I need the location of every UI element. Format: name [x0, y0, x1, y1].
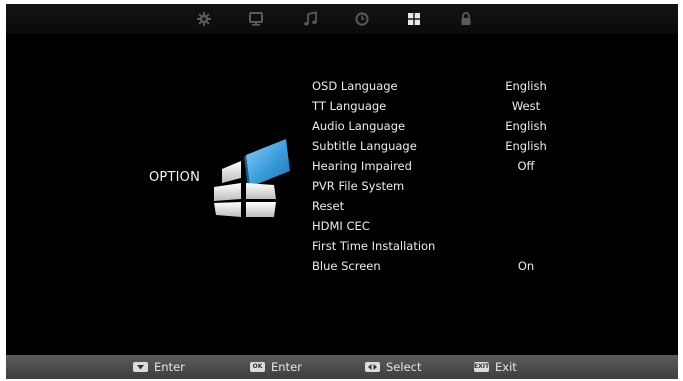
hint-label: Select: [386, 360, 422, 374]
menu-row-audio-language[interactable]: Audio Language English: [312, 116, 572, 136]
clock-icon: [355, 12, 369, 26]
tab-option[interactable]: [406, 11, 422, 27]
menu-item-value: English: [505, 119, 547, 133]
menu-item-label: TT Language: [312, 99, 387, 113]
tab-picture[interactable]: [248, 11, 264, 27]
tab-lock[interactable]: [458, 11, 474, 27]
hint-down-enter: Enter: [133, 359, 185, 375]
hint-exit: EXIT Exit: [474, 359, 517, 375]
menu-item-value: Off: [517, 159, 535, 173]
hint-label: Exit: [495, 360, 517, 374]
option-blocks-icon: [206, 131, 290, 221]
tab-time[interactable]: [354, 11, 370, 27]
menu-item-label: Subtitle Language: [312, 139, 417, 153]
tab-picture-settings[interactable]: [196, 11, 212, 27]
menu-row-first-time-installation[interactable]: First Time Installation: [312, 236, 572, 256]
menu-item-value: English: [505, 79, 547, 93]
menu-item-value: West: [511, 99, 541, 113]
menu-row-reset[interactable]: Reset: [312, 196, 572, 216]
menu-item-value: English: [505, 139, 547, 153]
menu-item-label: First Time Installation: [312, 239, 436, 253]
music-note-icon: [304, 11, 317, 26]
tv-menu-screen: OPTION OSD Language English TT Language …: [6, 4, 678, 355]
left-right-key-icon: [365, 361, 380, 372]
menu-row-blue-screen[interactable]: Blue Screen On: [312, 256, 572, 276]
help-bar: Enter OK Enter Select EXIT Exit: [6, 355, 678, 379]
menu-item-label: Audio Language: [312, 119, 406, 133]
menu-row-hearing-impaired[interactable]: Hearing Impaired Off: [312, 156, 572, 176]
grid-option-icon: [408, 13, 420, 25]
lock-icon: [461, 12, 471, 25]
menu-item-label: Hearing Impaired: [312, 159, 412, 173]
menu-item-label: Reset: [312, 199, 345, 213]
exit-key-icon: EXIT: [474, 361, 490, 372]
menu-item-label: PVR File System: [312, 179, 405, 193]
menu-tab-bar: [6, 4, 678, 34]
menu-item-label: HDMI CEC: [312, 219, 370, 233]
monitor-icon: [249, 12, 263, 26]
option-menu-list: OSD Language English TT Language West Au…: [312, 76, 572, 276]
tab-sound[interactable]: [302, 11, 318, 27]
menu-item-value: On: [517, 259, 535, 273]
hint-left-right-select: Select: [365, 359, 421, 375]
hint-label: Enter: [271, 360, 302, 374]
menu-row-hdmi-cec[interactable]: HDMI CEC: [312, 216, 572, 236]
hint-label: Enter: [154, 360, 185, 374]
category-title: OPTION: [149, 170, 201, 185]
menu-row-tt-language[interactable]: TT Language West: [312, 96, 572, 116]
menu-item-label: Blue Screen: [312, 259, 381, 273]
menu-row-subtitle-language[interactable]: Subtitle Language English: [312, 136, 572, 156]
gear-icon: [197, 12, 211, 26]
down-arrow-key-icon: [133, 361, 148, 372]
menu-row-pvr-file-system[interactable]: PVR File System: [312, 176, 572, 196]
ok-key-icon: OK: [250, 361, 265, 372]
hint-ok-enter: OK Enter: [250, 359, 302, 375]
menu-row-osd-language[interactable]: OSD Language English: [312, 76, 572, 96]
menu-item-label: OSD Language: [312, 79, 398, 93]
